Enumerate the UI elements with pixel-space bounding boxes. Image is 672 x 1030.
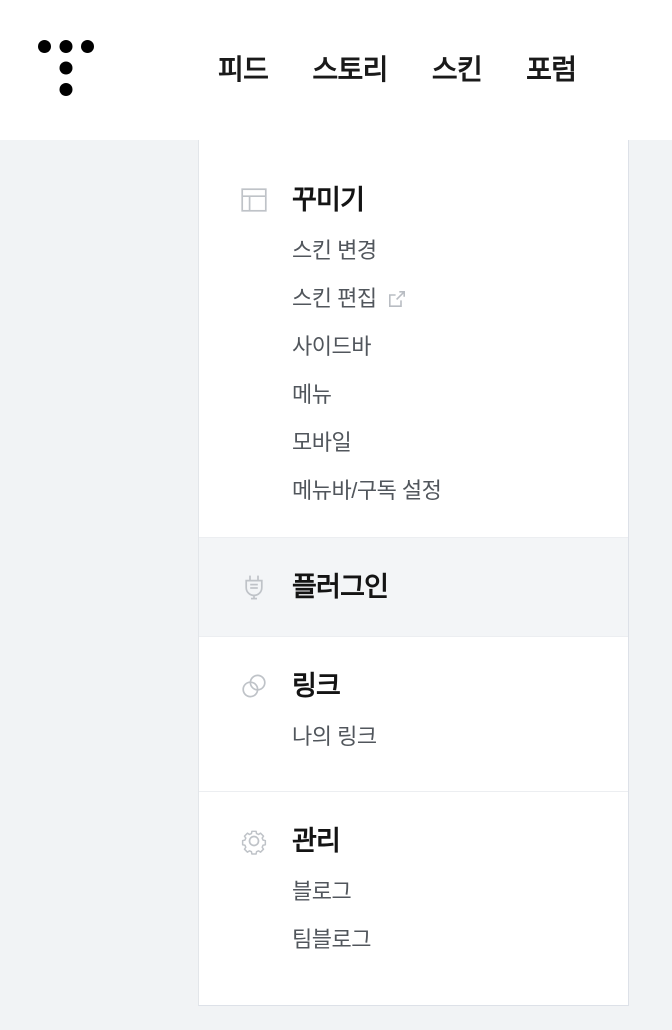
section-link: 링크 나의 링크 bbox=[199, 636, 628, 791]
section-manage: 관리 블로그 팀블로그 bbox=[199, 791, 628, 1000]
sublist-manage: 블로그 팀블로그 bbox=[199, 868, 628, 964]
sub-item-team-blog[interactable]: 팀블로그 bbox=[292, 916, 628, 964]
sub-item-change-skin[interactable]: 스킨 변경 bbox=[292, 227, 628, 275]
section-decorate: 꾸미기 스킨 변경 스킨 편집 사이드바 메뉴 모바일 메뉴바/구독 설정 bbox=[199, 140, 628, 537]
section-header-plugin[interactable]: 플러그인 bbox=[199, 560, 628, 614]
sub-item-label: 모바일 bbox=[292, 430, 352, 455]
sub-item-menubar-subscription-settings[interactable]: 메뉴바/구독 설정 bbox=[292, 467, 628, 515]
external-link-icon bbox=[388, 290, 406, 308]
sublist-decorate: 스킨 변경 스킨 편집 사이드바 메뉴 모바일 메뉴바/구독 설정 bbox=[199, 227, 628, 515]
sub-item-label: 스킨 변경 bbox=[292, 238, 377, 263]
tistory-dots-logo[interactable] bbox=[38, 40, 94, 96]
sub-item-edit-skin[interactable]: 스킨 편집 bbox=[292, 275, 628, 323]
sub-item-label: 나의 링크 bbox=[292, 724, 377, 749]
sub-item-menu[interactable]: 메뉴 bbox=[292, 371, 628, 419]
gear-icon bbox=[237, 824, 271, 858]
link-circles-icon bbox=[237, 669, 271, 703]
sublist-link: 나의 링크 bbox=[199, 713, 628, 761]
sub-item-label: 메뉴 bbox=[292, 382, 332, 407]
nav-item-skin[interactable]: 스킨 bbox=[410, 56, 504, 84]
main-navigation: 피드 스토리 스킨 포럼 bbox=[196, 0, 598, 140]
section-header-link[interactable]: 링크 bbox=[199, 659, 628, 713]
sub-item-my-link[interactable]: 나의 링크 bbox=[292, 713, 628, 761]
nav-item-feed[interactable]: 피드 bbox=[196, 56, 290, 84]
nav-item-forum[interactable]: 포럼 bbox=[504, 56, 598, 84]
section-title-decorate: 꾸미기 bbox=[292, 184, 365, 215]
plug-icon bbox=[237, 570, 271, 604]
layout-icon bbox=[237, 183, 271, 217]
manage-menu-panel: 꾸미기 스킨 변경 스킨 편집 사이드바 메뉴 모바일 메뉴바/구독 설정 플러… bbox=[198, 140, 629, 1006]
sub-item-label: 사이드바 bbox=[292, 334, 371, 359]
sub-item-label: 메뉴바/구독 설정 bbox=[292, 478, 442, 503]
sub-item-blog[interactable]: 블로그 bbox=[292, 868, 628, 916]
sub-item-label: 팀블로그 bbox=[292, 927, 371, 952]
section-header-decorate[interactable]: 꾸미기 bbox=[199, 173, 628, 227]
top-header: 피드 스토리 스킨 포럼 bbox=[0, 0, 672, 140]
section-title-link: 링크 bbox=[292, 670, 341, 701]
section-header-manage[interactable]: 관리 bbox=[199, 814, 628, 868]
nav-item-story[interactable]: 스토리 bbox=[290, 56, 409, 84]
section-title-manage: 관리 bbox=[292, 825, 341, 856]
sub-item-label: 블로그 bbox=[292, 879, 352, 904]
section-plugin[interactable]: 플러그인 bbox=[199, 537, 628, 636]
section-title-plugin: 플러그인 bbox=[292, 571, 389, 602]
sub-item-sidebar[interactable]: 사이드바 bbox=[292, 323, 628, 371]
sub-item-label: 스킨 편집 bbox=[292, 286, 377, 311]
sub-item-mobile[interactable]: 모바일 bbox=[292, 419, 628, 467]
